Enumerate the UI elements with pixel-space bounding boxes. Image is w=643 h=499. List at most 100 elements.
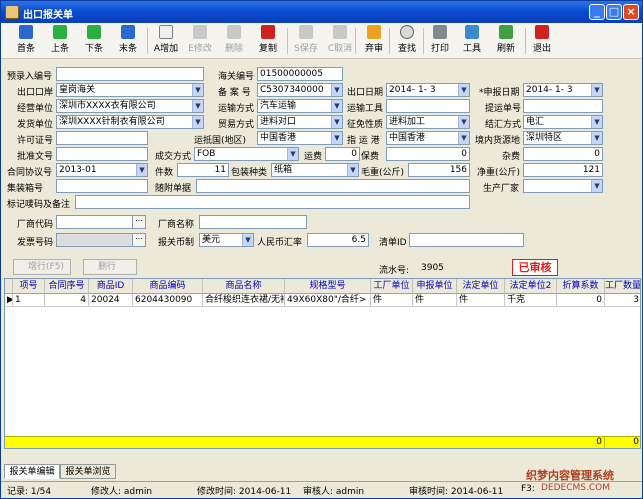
manufacturer-field[interactable]: ▼ [523, 179, 603, 193]
license-field[interactable] [56, 131, 148, 145]
col-header[interactable]: 申报单位 [413, 279, 457, 294]
col-header[interactable]: 折算系数 [557, 279, 605, 294]
insurance-field[interactable]: 0 [386, 147, 470, 161]
port-field[interactable]: 中国香港 ▼ [386, 131, 470, 145]
cell-legal-unit2[interactable]: 千克 [505, 294, 557, 307]
col-header[interactable]: 合同序号 [45, 279, 89, 294]
levy-field[interactable]: 进料加工 ▼ [386, 115, 470, 129]
delete-row-button[interactable]: 删行 [83, 259, 137, 275]
marks-field[interactable] [75, 195, 470, 209]
cell-spec[interactable]: 49X60X80"/合纤> [285, 294, 371, 307]
invoice-field[interactable] [56, 233, 140, 247]
cell-legal-unit[interactable]: 件 [457, 294, 505, 307]
next-button[interactable]: 下条 [77, 25, 111, 57]
chevron-down-icon[interactable]: ▼ [458, 132, 469, 144]
cell-item-no[interactable]: 1 [13, 294, 45, 307]
exit-date-field[interactable]: 2014- 1- 3 ▼ [386, 83, 470, 97]
col-header[interactable]: 商品名称 [203, 279, 285, 294]
chevron-down-icon[interactable]: ▼ [331, 84, 342, 96]
chevron-down-icon[interactable]: ▼ [192, 84, 203, 96]
cell-goods-id[interactable]: 20024 [89, 294, 133, 307]
chevron-down-icon[interactable]: ▼ [192, 116, 203, 128]
deal-field[interactable]: FOB ▼ [194, 147, 299, 161]
tab-browse[interactable]: 报关单浏览 [60, 464, 116, 479]
container-field[interactable] [56, 179, 148, 193]
list-field[interactable] [409, 233, 524, 247]
save-button[interactable]: S保存 [289, 25, 323, 57]
declare-date-field[interactable]: 2014- 1- 3 ▼ [523, 83, 603, 97]
vendor-code-browse-button[interactable]: ⋯ [132, 215, 146, 229]
close-button[interactable]: × [623, 4, 639, 20]
cell-goods-name[interactable]: 合纤梭织连衣裙/无袖 [203, 294, 285, 307]
pieces-field[interactable]: 11 [177, 163, 229, 177]
net-field[interactable]: 121 [523, 163, 603, 177]
chevron-down-icon[interactable]: ▼ [458, 116, 469, 128]
rate-field[interactable]: 6.5 [307, 233, 369, 247]
contract-field[interactable]: 2013-01 ▼ [56, 163, 148, 177]
maximize-button[interactable]: □ [606, 4, 622, 20]
settle-field[interactable]: 电汇 ▼ [523, 115, 603, 129]
source-field[interactable]: 深圳特区 ▼ [523, 131, 603, 145]
trade-field[interactable]: 进料对口 ▼ [257, 115, 343, 129]
refresh-button[interactable]: 刷新 [489, 25, 523, 57]
col-header[interactable]: 法定单位2 [505, 279, 557, 294]
col-header[interactable]: 项号 [13, 279, 45, 294]
chevron-down-icon[interactable]: ▼ [331, 116, 342, 128]
chevron-down-icon[interactable]: ▼ [331, 132, 342, 144]
prev-button[interactable]: 上条 [43, 25, 77, 57]
exit-port-field[interactable]: 皇岗海关 ▼ [56, 83, 204, 97]
col-header[interactable]: 法定单位 [457, 279, 505, 294]
col-header[interactable]: 商品编码 [133, 279, 203, 294]
add-row-button[interactable]: 增行(F5) [13, 259, 71, 275]
tab-edit[interactable]: 报关单编辑 [4, 464, 60, 479]
cell-factory-qty[interactable]: 3 [605, 294, 640, 307]
last-button[interactable]: 末条 [111, 25, 145, 57]
title-bar[interactable]: 出口报关单 _ □ × [1, 1, 642, 23]
docs-field[interactable] [196, 179, 470, 193]
chevron-down-icon[interactable]: ▼ [458, 84, 469, 96]
cell-goods-code[interactable]: 6204430090 [133, 294, 203, 307]
misc-field[interactable]: 0 [523, 147, 603, 161]
chevron-down-icon[interactable]: ▼ [591, 116, 602, 128]
copy-button[interactable]: 复制 [251, 25, 285, 57]
currency-field[interactable]: 美元 ▼ [199, 233, 254, 247]
approval-field[interactable] [56, 147, 148, 161]
vendor-name-field[interactable] [199, 215, 307, 229]
col-header[interactable]: 规格型号 [285, 279, 371, 294]
chevron-down-icon[interactable]: ▼ [136, 164, 147, 176]
print-button[interactable]: 打印 [423, 25, 457, 57]
tools-button[interactable]: 工具 [455, 25, 489, 57]
unreview-button[interactable]: 弃审 [357, 25, 391, 57]
col-header[interactable]: 商品ID [89, 279, 133, 294]
cell-ratio[interactable]: 0 [557, 294, 605, 307]
delete-button[interactable]: 删除 [217, 25, 251, 57]
invoice-browse-button[interactable]: ⋯ [132, 233, 146, 247]
record-no-field[interactable]: C5307340000 ▼ [257, 83, 343, 97]
shipper-field[interactable]: 深圳XXXX针制衣有限公司 ▼ [56, 115, 204, 129]
transport-field[interactable]: 汽车运输 ▼ [257, 99, 343, 113]
modify-button[interactable]: E修改 [183, 25, 217, 57]
gross-field[interactable]: 156 [408, 163, 470, 177]
minimize-button[interactable]: _ [589, 4, 605, 20]
bill-field[interactable] [523, 99, 603, 113]
customs-no-field[interactable]: 01500000005 [257, 67, 343, 81]
cell-factory-unit[interactable]: 件 [371, 294, 413, 307]
vendor-code-field[interactable] [56, 215, 140, 229]
chevron-down-icon[interactable]: ▼ [192, 100, 203, 112]
pre-entry-no-field[interactable] [56, 67, 204, 81]
chevron-down-icon[interactable]: ▼ [347, 164, 358, 176]
chevron-down-icon[interactable]: ▼ [591, 180, 602, 192]
dest-country-field[interactable]: 中国香港 ▼ [257, 131, 343, 145]
first-button[interactable]: 首条 [9, 25, 43, 57]
freight-field[interactable]: 0 [325, 147, 360, 161]
operator-field[interactable]: 深圳市XXXX衣有限公司 ▼ [56, 99, 204, 113]
col-header[interactable]: 工厂数量 [605, 279, 640, 294]
exit-button[interactable]: 退出 [525, 25, 559, 57]
col-header[interactable]: 工厂单位 [371, 279, 413, 294]
chevron-down-icon[interactable]: ▼ [591, 132, 602, 144]
find-button[interactable]: 查找 [390, 25, 424, 57]
add-button[interactable]: A增加 [149, 25, 183, 57]
cancel-button[interactable]: C取消 [323, 25, 357, 57]
chevron-down-icon[interactable]: ▼ [242, 234, 253, 246]
chevron-down-icon[interactable]: ▼ [591, 84, 602, 96]
